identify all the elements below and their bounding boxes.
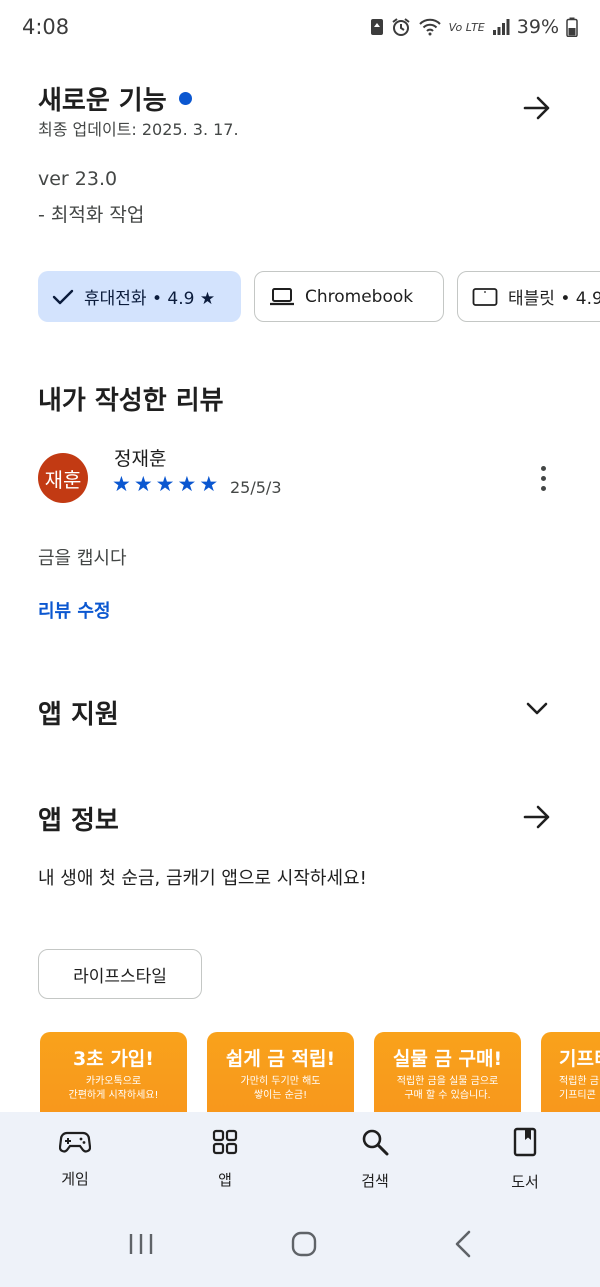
category-tag-button[interactable]: 라이프스타일 (38, 949, 202, 999)
chip-chromebook[interactable]: Chromebook (254, 271, 444, 322)
star-icon: ★ (199, 472, 219, 496)
battery-icon (566, 17, 578, 37)
screenshot-subtitle: 가만히 두기만 해도 (240, 1076, 321, 1087)
release-note-version: ver 23.0 (38, 168, 118, 190)
apps-grid-icon (212, 1129, 238, 1154)
app-support-title[interactable]: 앱 지원 (38, 694, 119, 731)
back-chevron-icon (455, 1230, 470, 1257)
nav-search-label: 검색 (361, 1171, 389, 1190)
whats-new-title: 새로운 기능 (38, 86, 167, 116)
review-date: 25/5/3 (230, 478, 282, 497)
screenshot-title: 쉽게 금 적립! (225, 1048, 336, 1070)
arrow-right-icon (523, 805, 550, 829)
chip-phone[interactable]: 휴대전화 • 4.9 ★ (38, 271, 241, 322)
chip-chromebook-label: Chromebook (305, 286, 414, 307)
more-vert-icon-dot (540, 485, 546, 491)
nav-books[interactable]: 도서 (450, 1112, 600, 1204)
star-icon: ★ (112, 472, 131, 496)
screenshot-subtitle: 카카오톡으로 (85, 1076, 142, 1087)
signal-icon (492, 19, 510, 35)
recent-apps-button[interactable] (128, 1232, 154, 1260)
screenshot-subtitle: 적립한 금을 실물 금으로 (396, 1076, 499, 1087)
nav-books-label: 도서 (511, 1172, 539, 1191)
screenshot-title: 기프티 (559, 1048, 600, 1070)
search-icon (362, 1129, 389, 1155)
review-text: 금을 캡시다 (38, 548, 127, 569)
alarm-icon (391, 18, 410, 36)
more-vert-icon-dot (540, 465, 546, 471)
device-chip-row: 휴대전화 • 4.9 ★ Chromebook 태블릿 • 4.9 (38, 271, 600, 322)
check-icon (52, 289, 74, 304)
app-info-title[interactable]: 앱 정보 (38, 800, 119, 837)
app-info-arrow-button[interactable] (515, 795, 559, 839)
nav-games-label: 게임 (61, 1169, 89, 1188)
home-icon (291, 1231, 317, 1256)
chip-phone-label: 휴대전화 • 4.9 ★ (84, 289, 216, 309)
chip-tablet-label: 태블릿 • 4.9 (508, 289, 600, 309)
bottom-navigation: 게임 앱 검색 도서 (0, 1112, 600, 1204)
screenshot-subtitle: 적립한 금 (559, 1076, 599, 1087)
screenshot-subtitle: 간편하게 시작하세요! (68, 1090, 159, 1101)
avatar: 재훈 (38, 453, 88, 503)
screenshot-subtitle: 기프티콘 (559, 1090, 596, 1101)
nav-games[interactable]: 게임 (0, 1112, 150, 1204)
chip-tablet[interactable]: 태블릿 • 4.9 (457, 271, 600, 322)
star-icon: ★ (133, 472, 153, 496)
edit-review-link[interactable]: 리뷰 수정 (38, 597, 111, 623)
status-icons: Vo LTE 39% (370, 16, 578, 38)
screenshot-title: 실물 금 구매! (392, 1048, 503, 1070)
book-icon (513, 1127, 537, 1156)
screenshot-subtitle: 구매 할 수 있습니다. (404, 1090, 491, 1101)
gamepad-icon (59, 1131, 91, 1152)
reviewer-name: 정재훈 (114, 448, 167, 470)
volte-label: Vo LTE (448, 20, 485, 34)
system-navigation-bar (0, 1204, 600, 1287)
nav-apps-label: 앱 (218, 1170, 232, 1189)
wifi-icon (418, 18, 441, 36)
chevron-down-icon (526, 702, 548, 715)
app-support-expand-button[interactable] (515, 687, 559, 731)
app-notification-icon (370, 19, 383, 35)
star-icon: ★ (177, 472, 197, 496)
nav-apps[interactable]: 앱 (150, 1112, 300, 1204)
more-options-button[interactable] (528, 460, 558, 496)
home-button[interactable] (291, 1231, 317, 1261)
app-description: 내 생애 첫 순금, 금캐기 앱으로 시작하세요! (38, 868, 367, 889)
battery-percent: 39% (516, 16, 559, 38)
back-button[interactable] (454, 1230, 472, 1262)
last-updated: 최종 업데이트: 2025. 3. 17. (38, 120, 239, 139)
status-bar: 4:08 Vo LTE 39% (0, 0, 600, 54)
screenshot-subtitle: 쌓이는 순금! (253, 1090, 308, 1101)
tablet-icon (472, 287, 498, 306)
screenshot-title: 3초 가입! (73, 1048, 154, 1070)
nav-search[interactable]: 검색 (300, 1112, 450, 1204)
status-time: 4:08 (22, 15, 70, 39)
star-icon: ★ (155, 472, 175, 496)
rating-stars: ★ ★ ★ ★ ★ (112, 472, 218, 496)
arrow-right-icon (523, 96, 550, 120)
my-review-title: 내가 작성한 리뷰 (38, 386, 224, 416)
whats-new-header[interactable]: 새로운 기능 (38, 80, 192, 117)
whats-new-arrow-button[interactable] (515, 86, 559, 130)
release-note-item: - 최적화 작업 (38, 204, 145, 226)
more-vert-icon-dot (540, 475, 546, 481)
new-indicator-dot (178, 92, 192, 105)
recents-icon (130, 1233, 153, 1254)
laptop-icon (270, 287, 294, 305)
